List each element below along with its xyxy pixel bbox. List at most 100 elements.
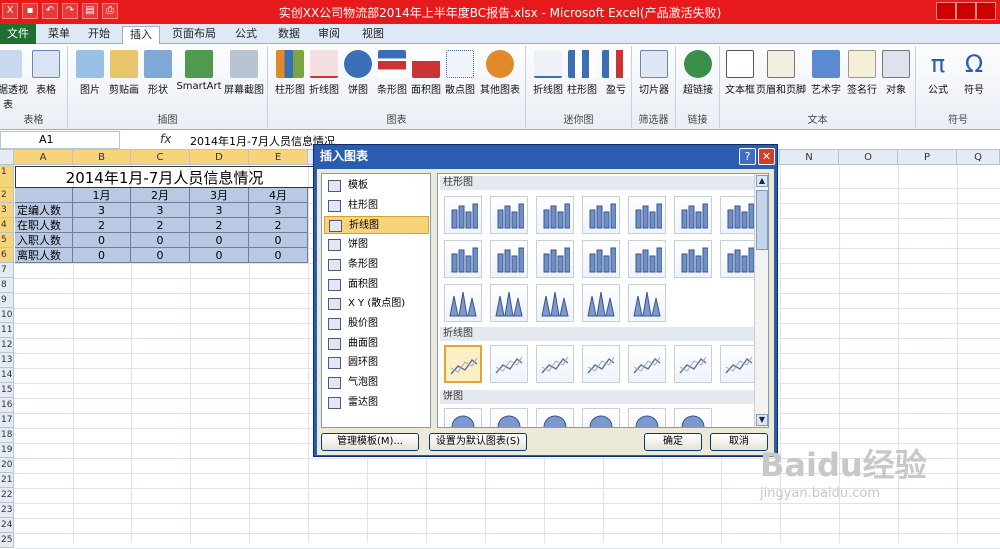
row-header[interactable]: 22 bbox=[0, 488, 14, 503]
row-header[interactable]: 2 bbox=[0, 188, 14, 203]
row-header[interactable]: 19 bbox=[0, 443, 14, 458]
other-charts-button[interactable]: 其他图表 bbox=[476, 50, 524, 96]
name-box[interactable]: A1 bbox=[0, 131, 120, 149]
table-button[interactable]: 表格 bbox=[26, 50, 66, 96]
table-cell[interactable]: 2 bbox=[131, 218, 190, 233]
slicer-button[interactable]: 切片器 bbox=[634, 50, 674, 96]
pie-chart-subtype-thumbnail[interactable] bbox=[444, 408, 482, 427]
manage-templates-button[interactable]: 管理模板(M)... bbox=[321, 433, 419, 451]
column-chart-subtype-thumbnail[interactable] bbox=[628, 240, 666, 278]
table-cell[interactable]: 3 bbox=[249, 203, 308, 218]
table-cell[interactable]: 3 bbox=[131, 203, 190, 218]
column-chart-subtype-thumbnail[interactable] bbox=[444, 196, 482, 234]
line-chart-subtype-thumbnail[interactable] bbox=[720, 345, 758, 383]
column-chart-subtype-thumbnail[interactable] bbox=[490, 240, 528, 278]
row-header[interactable]: 16 bbox=[0, 398, 14, 413]
pie-chart-subtype-thumbnail[interactable] bbox=[536, 408, 574, 427]
chart-category-item[interactable]: 模板 bbox=[324, 177, 429, 195]
table-cell[interactable]: 离职人数 bbox=[15, 248, 73, 263]
row-header[interactable]: 25 bbox=[0, 533, 14, 548]
table-cell[interactable]: 2 bbox=[249, 218, 308, 233]
line-chart-subtype-thumbnail[interactable] bbox=[674, 345, 712, 383]
column-header[interactable]: N bbox=[780, 150, 839, 165]
set-default-chart-button[interactable]: 设置为默认图表(S) bbox=[429, 433, 527, 451]
table-cell[interactable]: 2 bbox=[190, 218, 249, 233]
column-chart-subtype-thumbnail[interactable] bbox=[720, 196, 758, 234]
column-header[interactable]: C bbox=[131, 150, 190, 165]
row-header[interactable]: 11 bbox=[0, 323, 14, 338]
row-header[interactable]: 18 bbox=[0, 428, 14, 443]
row-header[interactable]: 21 bbox=[0, 473, 14, 488]
chart-category-item[interactable]: 饼图 bbox=[324, 236, 429, 254]
smartart-button[interactable]: SmartArt bbox=[176, 50, 222, 92]
row-header[interactable]: 23 bbox=[0, 503, 14, 518]
table-cell[interactable]: 0 bbox=[249, 233, 308, 248]
table-cell[interactable]: 0 bbox=[73, 233, 131, 248]
row-header[interactable]: 12 bbox=[0, 338, 14, 353]
tab-home[interactable]: 开始 bbox=[82, 26, 116, 44]
column-header[interactable]: Q bbox=[957, 150, 1000, 165]
table-cell[interactable]: 0 bbox=[190, 248, 249, 263]
cone-chart-subtype-thumbnail[interactable] bbox=[444, 284, 482, 322]
row-header[interactable]: 10 bbox=[0, 308, 14, 323]
row-header[interactable]: 4 bbox=[0, 218, 14, 233]
tab-view[interactable]: 视图 bbox=[356, 26, 390, 44]
table-cell[interactable]: 2月 bbox=[131, 188, 190, 203]
cone-chart-subtype-thumbnail[interactable] bbox=[628, 284, 666, 322]
hyperlink-button[interactable]: 超链接 bbox=[678, 50, 718, 96]
chart-category-item[interactable]: 圆环图 bbox=[324, 354, 429, 372]
chart-category-item[interactable]: X Y (散点图) bbox=[324, 295, 429, 313]
row-header[interactable]: 5 bbox=[0, 233, 14, 248]
column-chart-subtype-thumbnail[interactable] bbox=[720, 240, 758, 278]
table-cell[interactable]: 0 bbox=[73, 248, 131, 263]
tab-review[interactable]: 审阅 bbox=[312, 26, 346, 44]
row-header[interactable]: 9 bbox=[0, 293, 14, 308]
row-header[interactable]: 3 bbox=[0, 203, 14, 218]
column-chart-subtype-thumbnail[interactable] bbox=[444, 240, 482, 278]
chart-category-item[interactable]: 柱形图 bbox=[324, 197, 429, 215]
tab-insert[interactable]: 插入 bbox=[122, 26, 160, 44]
chart-category-item[interactable]: 折线图 bbox=[324, 216, 429, 235]
textbox-button[interactable]: 文本框 bbox=[720, 50, 760, 96]
column-chart-subtype-thumbnail[interactable] bbox=[582, 196, 620, 234]
table-cell[interactable]: 3月 bbox=[190, 188, 249, 203]
column-chart-subtype-thumbnail[interactable] bbox=[536, 196, 574, 234]
symbol-button[interactable]: Ω 符号 bbox=[954, 50, 994, 96]
column-header[interactable]: B bbox=[73, 150, 131, 165]
column-header[interactable]: O bbox=[839, 150, 898, 165]
column-chart-subtype-thumbnail[interactable] bbox=[674, 240, 712, 278]
chart-category-item[interactable]: 面积图 bbox=[324, 276, 429, 294]
pie-chart-subtype-thumbnail[interactable] bbox=[628, 408, 666, 427]
table-cell[interactable]: 1月 bbox=[73, 188, 131, 203]
tab-file[interactable]: 文件 bbox=[0, 24, 36, 44]
table-cell[interactable]: 2 bbox=[73, 218, 131, 233]
column-header[interactable]: E bbox=[249, 150, 308, 165]
column-header[interactable]: A bbox=[14, 150, 73, 165]
pivot-table-button[interactable]: 数据透视表 bbox=[0, 50, 28, 111]
shapes-button[interactable]: 形状 bbox=[138, 50, 178, 96]
chart-category-item[interactable]: 曲面图 bbox=[324, 335, 429, 353]
header-footer-button[interactable]: 页眉和页脚 bbox=[756, 50, 806, 96]
scroll-thumb[interactable] bbox=[756, 190, 768, 250]
pie-chart-subtype-thumbnail[interactable] bbox=[582, 408, 620, 427]
line-chart-subtype-thumbnail[interactable] bbox=[582, 345, 620, 383]
chart-category-item[interactable]: 条形图 bbox=[324, 256, 429, 274]
row-header[interactable]: 6 bbox=[0, 248, 14, 263]
cone-chart-subtype-thumbnail[interactable] bbox=[582, 284, 620, 322]
table-cell[interactable]: 4月 bbox=[249, 188, 308, 203]
row-header[interactable]: 8 bbox=[0, 278, 14, 293]
row-header[interactable]: 15 bbox=[0, 383, 14, 398]
pie-chart-subtype-thumbnail[interactable] bbox=[490, 408, 528, 427]
equation-button[interactable]: π 公式 bbox=[918, 50, 958, 96]
column-chart-subtype-thumbnail[interactable] bbox=[536, 240, 574, 278]
tab-page-layout[interactable]: 页面布局 bbox=[168, 26, 220, 44]
sheet-title-cell[interactable]: 2014年1月-7月人员信息情况 bbox=[15, 166, 313, 188]
table-cell[interactable]: 0 bbox=[190, 233, 249, 248]
column-chart-subtype-thumbnail[interactable] bbox=[490, 196, 528, 234]
table-cell[interactable]: 入职人数 bbox=[15, 233, 73, 248]
scroll-down-button[interactable]: ▼ bbox=[756, 414, 768, 426]
column-header[interactable]: D bbox=[190, 150, 249, 165]
row-header[interactable]: 17 bbox=[0, 413, 14, 428]
pie-chart-subtype-thumbnail[interactable] bbox=[674, 408, 712, 427]
maximize-button[interactable] bbox=[956, 2, 976, 20]
